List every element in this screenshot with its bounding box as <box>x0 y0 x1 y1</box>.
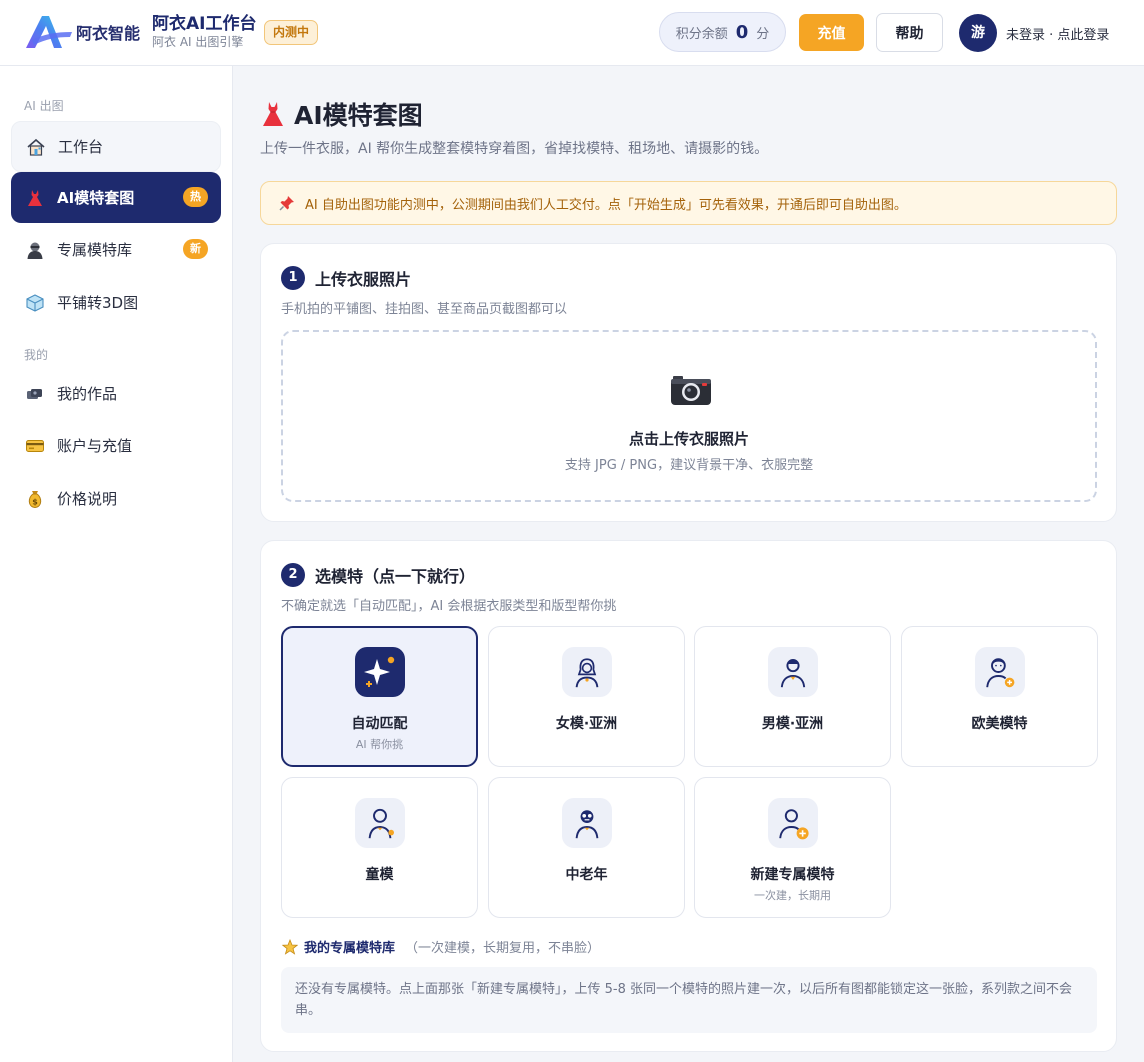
model-option-auto[interactable]: 自动匹配 AI 帮你挑 <box>281 626 478 767</box>
login-link[interactable]: 未登录 · 点此登录 <box>1006 24 1109 43</box>
model-name: 新建专属模特 <box>750 867 835 883</box>
model-option-senior[interactable]: 中老年 <box>488 777 685 918</box>
model-sub: 一次建，长期用 <box>754 889 831 902</box>
photos-icon <box>25 384 45 404</box>
recharge-button[interactable]: 充值 <box>799 14 864 51</box>
model-option-western[interactable]: 欧美模特 <box>901 626 1098 767</box>
sparkle-icon <box>355 647 405 697</box>
points-balance: 积分余额 0 分 <box>659 12 786 52</box>
library-note: （一次建模，长期复用，不串脸） <box>405 941 601 956</box>
child-icon <box>355 798 405 848</box>
svg-text:$: $ <box>32 497 38 506</box>
sidebar-item-label: 价格说明 <box>57 490 118 508</box>
logo-text: 阿衣智能 <box>76 24 141 43</box>
page-title-text: AI模特套图 <box>294 101 423 130</box>
step-description: 手机拍的平铺图、挂拍图、甚至商品页截图都可以 <box>281 302 568 317</box>
upload-dropzone[interactable]: 点击上传衣服照片 支持 JPG / PNG，建议背景干净、衣服完整 <box>281 330 1097 502</box>
step-number: 1 <box>281 266 305 290</box>
sidebar-item-workbench[interactable]: 工作台 <box>11 121 221 172</box>
step-1-heading: 1 上传衣服照片 <box>281 266 411 290</box>
pin-icon <box>279 195 295 211</box>
logo[interactable]: 阿衣智能 <box>22 12 140 52</box>
dress-icon <box>260 100 286 128</box>
sidebar-item-my-works[interactable]: 我的作品 <box>11 368 221 419</box>
model-option-female-asian[interactable]: 女模·亚洲 <box>488 626 685 767</box>
points-label: 积分余额 <box>675 26 728 42</box>
upload-title: 点击上传衣服照片 <box>628 430 749 448</box>
senior-icon <box>562 798 612 848</box>
help-button[interactable]: 帮助 <box>876 13 943 52</box>
sidebar-item-model-library[interactable]: 专属模特库 新 <box>11 224 221 275</box>
sidebar-item-pricing[interactable]: $ 价格说明 <box>11 473 221 524</box>
model-name: 男模·亚洲 <box>761 716 824 732</box>
sidebar-item-label: 工作台 <box>58 138 104 156</box>
model-name: 自动匹配 <box>351 716 408 732</box>
card-icon <box>25 436 45 456</box>
person-icon <box>25 240 45 260</box>
step-2-heading: 2 选模特（点一下就行） <box>281 563 475 587</box>
sidebar-item-label: AI模特套图 <box>57 189 135 207</box>
step-title: 选模特（点一下就行） <box>315 567 476 586</box>
page-subtitle: 上传一件衣服，AI 帮你生成整套模特穿着图，省掉找模特、租场地、请摄影的钱。 <box>260 141 769 157</box>
model-option-kids[interactable]: 童模 <box>281 777 478 918</box>
sidebar-item-account-recharge[interactable]: 账户与充值 <box>11 420 221 471</box>
top-header: 阿衣智能 阿衣AI工作台 阿衣 AI 出图引擎 内测中 积分余额 0 分 充值 … <box>0 0 1144 66</box>
model-option-new-custom[interactable]: 新建专属模特 一次建，长期用 <box>694 777 891 918</box>
page-title: AI模特套图 <box>260 96 423 132</box>
product-name: 阿衣AI工作台 阿衣 AI 出图引擎 <box>152 14 256 50</box>
logo-a-icon <box>26 16 72 48</box>
step-description: 不确定就选「自动匹配」，AI 会根据衣服类型和版型帮你挑 <box>281 599 617 614</box>
sidebar-item-ai-model-set[interactable]: AI模特套图 热 <box>11 172 221 223</box>
model-sub: AI 帮你挑 <box>355 738 404 751</box>
money-bag-icon: $ <box>25 489 45 509</box>
product-title: 阿衣AI工作台 <box>152 14 257 34</box>
model-name: 童模 <box>365 867 394 883</box>
beta-notice: AI 自助出图功能内测中，公测期间由我们人工交付。点「开始生成」可先看效果，开通… <box>260 181 1117 225</box>
man-icon <box>768 647 818 697</box>
step-number: 2 <box>281 563 305 587</box>
model-option-male-asian[interactable]: 男模·亚洲 <box>694 626 891 767</box>
sidebar-item-label: 平铺转3D图 <box>57 294 139 312</box>
upload-card: 1 上传衣服照片 手机拍的平铺图、挂拍图、甚至商品页截图都可以 点击上传衣服照片… <box>260 243 1117 522</box>
house-icon <box>26 137 46 157</box>
library-empty-state: 还没有专属模特。点上面那张「新建专属模特」，上传 5-8 张同一个模特的照片建一… <box>281 967 1097 1033</box>
sidebar-item-flat-to-3d[interactable]: 平铺转3D图 <box>11 277 221 328</box>
product-subtitle: 阿衣 AI 出图引擎 <box>152 35 244 49</box>
sidebar-item-label: 我的作品 <box>57 385 118 403</box>
points-value: 0 <box>735 21 749 43</box>
western-model-icon <box>975 647 1025 697</box>
model-select-card: 2 选模特（点一下就行） 不确定就选「自动匹配」，AI 会根据衣服类型和版型帮你… <box>260 540 1117 1052</box>
step-title: 上传衣服照片 <box>315 270 412 289</box>
camera-icon <box>671 376 711 405</box>
sidebar-section-ai: AI 出图 <box>24 99 64 113</box>
beta-badge: 内测中 <box>264 20 319 45</box>
points-unit: 分 <box>756 26 770 42</box>
add-person-icon <box>768 798 818 848</box>
library-title: 我的专属模特库 <box>304 941 396 956</box>
sidebar: AI 出图 工作台 AI模特套图 热 专属模特库 新 平铺转3D图 我的 我的作… <box>0 66 233 1062</box>
custom-model-library-heading: 我的专属模特库 （一次建模，长期复用，不串脸） <box>282 937 600 956</box>
sidebar-item-label: 专属模特库 <box>57 241 133 259</box>
model-name: 欧美模特 <box>971 716 1028 732</box>
upload-hint: 支持 JPG / PNG，建议背景干净、衣服完整 <box>564 458 814 473</box>
woman-icon <box>562 647 612 697</box>
sidebar-item-label: 账户与充值 <box>57 437 133 455</box>
cube-icon <box>25 293 45 313</box>
dress-icon <box>25 188 45 208</box>
notice-text: AI 自助出图功能内测中，公测期间由我们人工交付。点「开始生成」可先看效果，开通… <box>305 197 907 213</box>
model-name: 女模·亚洲 <box>555 716 618 732</box>
hot-badge: 热 <box>183 187 208 207</box>
model-name: 中老年 <box>565 867 608 883</box>
new-badge: 新 <box>183 239 208 259</box>
avatar[interactable]: 游 <box>959 14 997 52</box>
sidebar-section-mine: 我的 <box>24 348 49 362</box>
star-icon <box>282 938 298 955</box>
